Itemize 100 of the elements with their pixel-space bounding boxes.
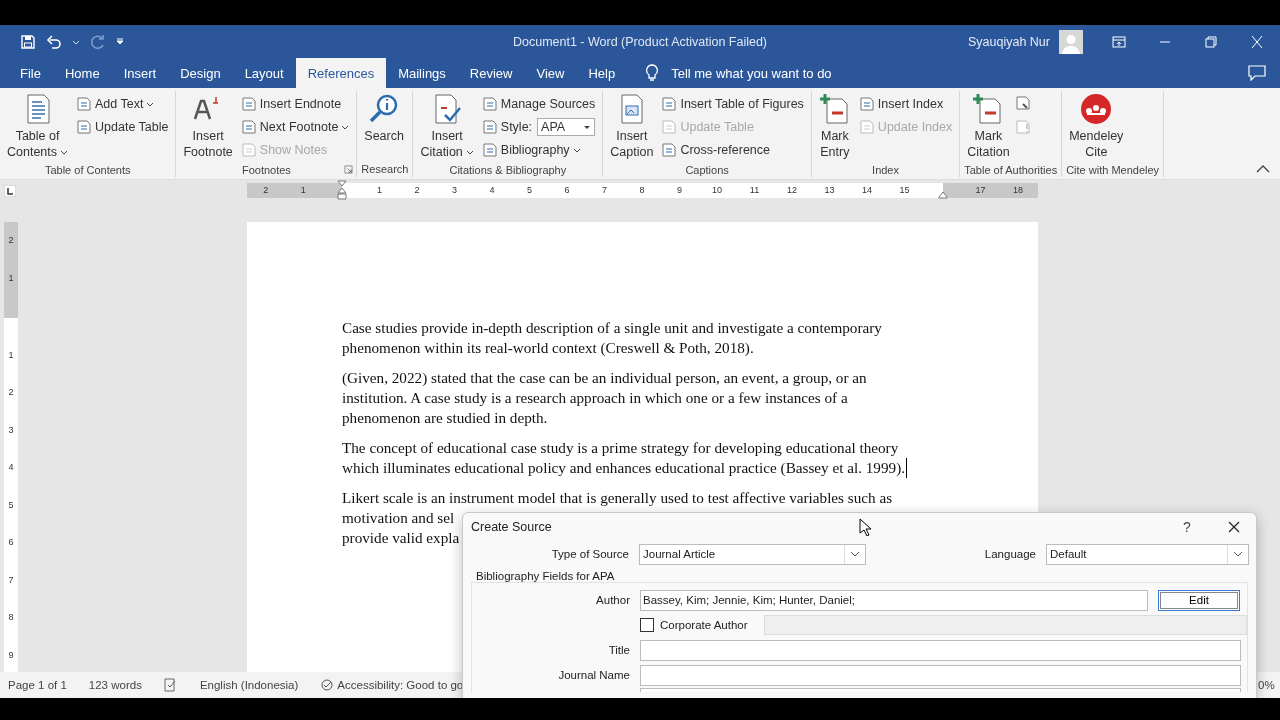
page-icon (858, 119, 875, 135)
ribbon-button[interactable]: Mark Entry (815, 91, 854, 162)
input-field[interactable] (640, 688, 1241, 692)
ruler-number: 17 (974, 184, 987, 197)
author-field[interactable]: Bassey, Kim; Jennie, Kim; Hunter, Daniel; (640, 589, 1148, 611)
ruler-number: 4 (7, 461, 15, 475)
input-field[interactable] (640, 639, 1241, 661)
ruler-number: 12 (786, 184, 798, 197)
ruler-number: 1 (7, 271, 15, 285)
ribbon-tab[interactable]: File (8, 58, 53, 88)
ruler-number: 8 (7, 611, 15, 625)
close-icon (1228, 521, 1240, 533)
chevron-icon (1233, 551, 1243, 557)
collapse-icon[interactable] (1256, 165, 1270, 173)
tell-me-field[interactable]: Tell me what you want to do (645, 58, 832, 88)
page-count[interactable]: Page 1 of 1 (8, 679, 67, 691)
page-icon (481, 119, 498, 135)
page-icon (661, 142, 678, 158)
page-icon (76, 96, 93, 112)
ribbon-tab[interactable]: Help (576, 58, 628, 88)
ribbon-tab[interactable]: References (295, 58, 387, 88)
style-selector[interactable]: Style: APA (478, 116, 599, 138)
field-label: Journal Name (557, 669, 630, 681)
page-icon (1014, 119, 1031, 135)
ribbon-button[interactable]: Table of Contents (4, 91, 72, 162)
ribbon-button[interactable]: Insert Footnote (180, 91, 236, 162)
ruler-number: 8 (638, 184, 646, 197)
page-icon (240, 142, 257, 158)
ruler-number: 5 (7, 498, 15, 512)
ruler-number: 18 (1012, 184, 1024, 197)
ribbon-button[interactable]: Add Text (73, 93, 172, 115)
type-of-source-dropdown[interactable]: Journal Article (639, 543, 866, 565)
redo-icon (90, 33, 106, 50)
ribbon-button[interactable]: Insert Index (855, 93, 956, 115)
ribbon-button[interactable]: Search (361, 91, 407, 161)
edit-button[interactable]: Edit (1158, 589, 1240, 611)
word-count[interactable]: 123 words (88, 679, 142, 691)
ruler-number: 3 (451, 184, 458, 197)
ruler-number: 1 (376, 184, 383, 197)
ribbon-button[interactable]: Manage Sources (478, 93, 599, 115)
ribbon-tab[interactable]: Mailings (386, 58, 458, 88)
ribbon-button[interactable]: Insert Citation (417, 91, 477, 162)
ruler-number: 3 (7, 423, 15, 437)
ribbon-button[interactable]: Insert Endnote (237, 93, 353, 115)
ribbon-tab[interactable]: Insert (111, 58, 169, 88)
ribbon-tab[interactable]: Layout (232, 58, 296, 88)
page-icon (240, 119, 257, 135)
paragraph: Likert scale is an instrument model that is generally used to test affective variables such as (342, 488, 893, 508)
ribbon-button[interactable]: Mark Citation (964, 91, 1013, 162)
ruler-number: 11 (748, 184, 761, 197)
group-label: Table of Authorities (964, 163, 1058, 176)
undo-icon[interactable] (46, 33, 62, 50)
paragraph: (Given, 2022) stated that the case can be an individual person, an event, a group, or an institution. A case study is a research approach in which one or a few instances of a phenomenon are studied in depth. (342, 368, 867, 428)
accessibility-icon[interactable] (320, 678, 335, 692)
save-icon[interactable] (20, 33, 36, 50)
group-label: Citations & Bibliography (449, 163, 567, 176)
ruler-number: 5 (526, 184, 533, 197)
ribbon-button[interactable]: Mendeley Cite (1066, 91, 1127, 162)
page-icon (240, 96, 257, 112)
language-dropdown[interactable]: Default (1046, 543, 1249, 565)
ruler-number: 2 (7, 234, 15, 247)
language-indicator[interactable]: English (Indonesia) (199, 679, 299, 691)
ruler-number: 6 (563, 184, 571, 197)
page-icon (858, 96, 875, 112)
launcher-icon[interactable] (344, 165, 354, 174)
ribbon-tab[interactable]: Review (457, 58, 525, 88)
ribbon-tab[interactable]: Home (52, 58, 112, 88)
ribbon-button[interactable]: Insert Caption (607, 91, 657, 162)
page-icon[interactable] (1014, 95, 1031, 111)
comments-icon[interactable] (1248, 65, 1266, 81)
help-button[interactable]: ? (1175, 515, 1199, 539)
paragraph: Case studies provide in-depth description of a single unit and investigate a contemporary phenomenon within its real-world context (Creswell & Poth, 2018). (342, 318, 882, 358)
ribbon-tab[interactable]: Design (168, 58, 233, 88)
checkbox[interactable] (640, 618, 654, 632)
proofing-icon[interactable] (163, 678, 178, 692)
ribbon-button[interactable]: Update Table (73, 116, 172, 138)
ruler-number: 10 (711, 184, 723, 197)
input-field[interactable] (640, 664, 1241, 686)
ruler-number: 4 (488, 184, 496, 197)
document-plus-icon (818, 93, 851, 125)
field-label: Title (607, 644, 630, 656)
checkbox-label[interactable]: Corporate Author (660, 619, 754, 631)
avatar-icon[interactable] (1059, 29, 1083, 54)
ribbon-button[interactable]: Next Footnote (237, 116, 353, 138)
ruler-number: 2 (7, 386, 15, 400)
tab-selector-icon[interactable] (4, 185, 16, 197)
indent-marker-icon[interactable] (337, 180, 347, 200)
ribbon-tab[interactable]: View (524, 58, 577, 88)
ruler-number: 7 (7, 573, 15, 587)
ribbon-button[interactable]: Insert Table of Figures (658, 93, 807, 115)
page-icon (481, 96, 498, 112)
ruler-number: 13 (823, 184, 836, 197)
ribbon-button[interactable]: Bibliography (478, 139, 599, 161)
group-label: Research (361, 163, 409, 175)
customize-icon[interactable] (116, 37, 124, 46)
ribbon-button[interactable]: Cross-reference (658, 139, 807, 161)
paragraph: The concept of educational case study is a prime strategy for developing educational theory which illuminates educational policy and enhances educational practice (Bassey et al. 1999). (342, 438, 907, 478)
zoom-level[interactable]: 0% (1258, 679, 1275, 691)
page-icon (661, 96, 678, 112)
field-label: Type of Source (550, 548, 629, 560)
